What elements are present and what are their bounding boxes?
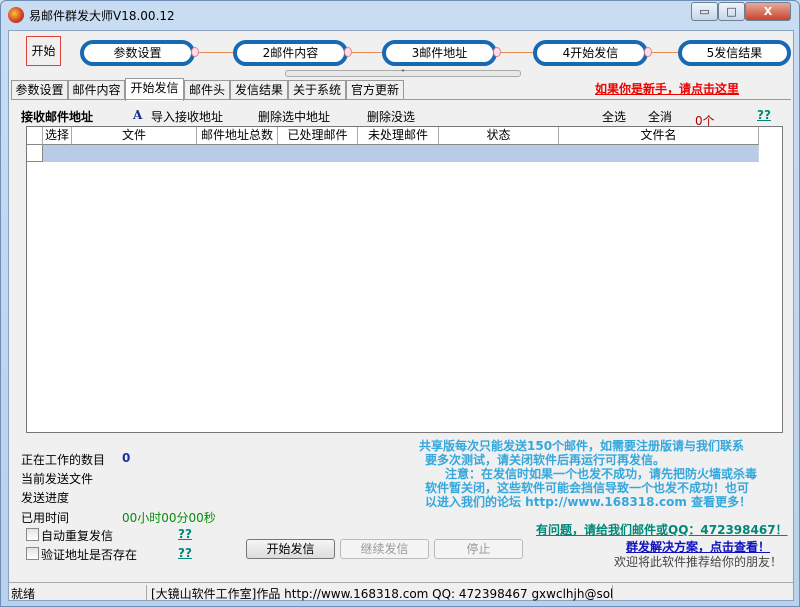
flow-step-send[interactable]: 4开始发信	[533, 40, 648, 66]
verify-label[interactable]: 验证地址是否存在	[41, 546, 137, 563]
column-header[interactable]: 状态	[439, 127, 559, 145]
flow-step-content[interactable]: 2邮件内容	[233, 40, 348, 66]
recommend-text: 欢迎将此软件推荐给你的朋友！	[614, 555, 783, 569]
tab-params[interactable]: 参数设置	[11, 80, 68, 100]
flow-arrow	[501, 52, 533, 53]
tab-content[interactable]: 邮件内容	[68, 80, 125, 100]
contact-link[interactable]: 有问题，请给我们邮件或QQ：472398467！	[536, 521, 788, 538]
client-area: 开始 参数设置 2邮件内容 3邮件地址 4开始发信 5发信结果 ˅ 参数设置 邮…	[8, 30, 794, 601]
verify-checkbox[interactable]	[26, 547, 39, 560]
select-all-button[interactable]: 全选	[602, 108, 626, 125]
notice-line: 共享版每次只能发送150个邮件，如需要注册版请与我们联系	[419, 439, 745, 453]
tab-results[interactable]: 发信结果	[230, 80, 288, 100]
status-info: [大镜山软件工作室]作品 http://www.168318.com QQ: 4…	[151, 585, 613, 601]
tab-send[interactable]: 开始发信	[125, 78, 184, 101]
status-bar: 就绪 [大镜山软件工作室]作品 http://www.168318.com QQ…	[9, 582, 793, 601]
import-address-button[interactable]: 导入接收地址	[151, 108, 223, 125]
elapsed-label: 已用时间	[21, 511, 70, 525]
flow-start-button[interactable]: 开始	[26, 36, 61, 66]
app-icon	[8, 7, 24, 23]
select-none-button[interactable]: 全消	[648, 108, 672, 125]
connector-dot	[344, 47, 352, 57]
tab-about[interactable]: 关于系统	[288, 80, 346, 100]
notice-line: 要多次测试，请关闭软件后再运行可再发信。	[425, 453, 666, 467]
working-value: 0	[122, 451, 131, 465]
flow-step-address[interactable]: 3邮件地址	[382, 40, 497, 66]
resume-send-button[interactable]: 继续发信	[340, 539, 429, 559]
address-grid[interactable]: 选择 文件 邮件地址总数 已处理邮件 未处理邮件 状态 文件名	[26, 126, 783, 433]
table-row[interactable]	[43, 145, 759, 162]
delete-selected-button[interactable]: 删除选中地址	[258, 108, 330, 125]
elapsed-value: 00小时00分00秒	[122, 511, 216, 525]
tab-update[interactable]: 官方更新	[346, 80, 404, 100]
flow-step-params[interactable]: 参数设置	[80, 40, 195, 66]
workflow-bar: 开始 参数设置 2邮件内容 3邮件地址 4开始发信 5发信结果	[9, 31, 793, 71]
auto-repeat-checkbox[interactable]	[26, 528, 39, 541]
column-header[interactable]: 未处理邮件	[358, 127, 439, 145]
notice-line: 软件暂关闭，这些软件可能会挡信导致一个也发不成功！也可	[425, 481, 750, 495]
current-file-label: 当前发送文件	[21, 472, 94, 486]
status-state: 就绪	[11, 585, 147, 601]
progress-label: 发送进度	[21, 491, 70, 505]
delete-unselected-button[interactable]: 删除没选	[367, 108, 415, 125]
column-header[interactable]: 文件	[72, 127, 197, 145]
flow-arrow	[652, 52, 678, 53]
column-header[interactable]: 选择	[43, 127, 72, 145]
flow-step-result[interactable]: 5发信结果	[678, 40, 791, 66]
section-title: 接收邮件地址	[21, 110, 94, 124]
stop-button[interactable]: 停止	[434, 539, 523, 559]
newbie-link[interactable]: 如果你是新手，请点击这里	[595, 80, 739, 97]
working-label: 正在工作的数目	[21, 453, 106, 467]
auto-repeat-label[interactable]: 自动重复发信	[41, 527, 113, 544]
verify-help[interactable]: ??	[178, 546, 192, 560]
row-header[interactable]	[27, 145, 43, 162]
app-window: 易邮件群发大师V18.00.12 ▭ □ X 开始 参数设置 2邮件内容 3邮件…	[0, 0, 800, 607]
notice-text: 共享版每次只能发送150个邮件，如需要注册版请与我们联系 要多次测试，请关闭软件…	[419, 439, 789, 509]
flow-arrow	[199, 52, 233, 53]
start-send-button[interactable]: 开始发信	[246, 539, 335, 559]
tab-headers[interactable]: 邮件头	[184, 80, 230, 100]
connector-dot	[493, 47, 501, 57]
window-title: 易邮件群发大师V18.00.12	[29, 9, 175, 23]
connector-dot	[644, 47, 652, 57]
help-link[interactable]: ??	[757, 108, 771, 122]
font-a-icon: A	[133, 108, 143, 122]
row-header-corner	[27, 127, 43, 145]
notice-line: 注意：在发信时如果一个也发不成功，请先把防火墙或杀毒	[445, 467, 758, 481]
minimize-button[interactable]: ▭	[691, 2, 718, 21]
column-header[interactable]: 已处理邮件	[278, 127, 358, 145]
collapse-splitter[interactable]: ˅	[285, 70, 521, 78]
column-header[interactable]: 文件名	[559, 127, 759, 145]
close-button[interactable]: X	[745, 2, 791, 21]
column-header[interactable]: 邮件地址总数	[197, 127, 278, 145]
auto-repeat-help[interactable]: ??	[178, 527, 192, 541]
connector-dot	[191, 47, 199, 57]
maximize-button[interactable]: □	[718, 2, 745, 21]
notice-line: 以进入我们的论坛 http://www.168318.com 查看更多！	[425, 495, 752, 509]
flow-arrow	[352, 52, 382, 53]
